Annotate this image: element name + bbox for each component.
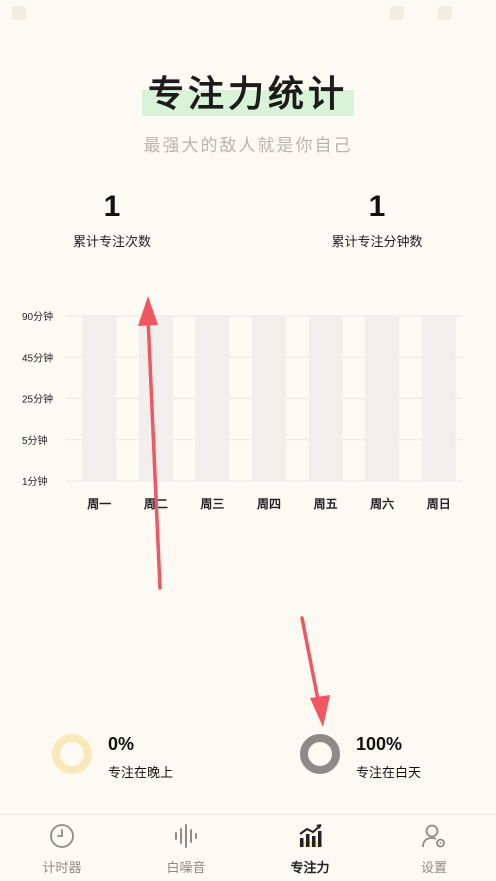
x-tick-label: 周日 [427, 497, 451, 511]
stat-focus-minutes-value: 1 [368, 190, 386, 223]
chart-icon [299, 824, 322, 847]
x-tick-label: 周一 [87, 497, 111, 511]
nav-item-focus-label: 专注力 [290, 860, 330, 875]
day-ratio-label: 专注在白天 [356, 765, 422, 780]
x-tick-label: 周三 [200, 497, 224, 511]
clock-icon [50, 824, 74, 848]
y-tick-label: 1分钟 [22, 475, 48, 488]
status-bar [0, 0, 496, 26]
user-gear-icon [422, 824, 445, 848]
nav-item-white-noise-label: 白噪音 [166, 860, 206, 875]
day-ratio-ring [300, 734, 340, 774]
bar-column [82, 316, 117, 481]
day-ratio-percent: 100% [356, 734, 403, 754]
bottom-nav: 计时器 白噪音 专注力 设置 [0, 814, 496, 881]
y-tick-label: 45分钟 [22, 351, 53, 364]
sound-wave-icon [175, 824, 197, 848]
y-tick-label: 5分钟 [22, 434, 48, 447]
status-icon [12, 6, 26, 20]
nav-item-white-noise[interactable]: 白噪音 [124, 815, 248, 881]
y-tick-label: 25分钟 [22, 393, 53, 406]
stat-focus-minutes: 1 累计专注分钟数 [277, 189, 477, 250]
bar-column [195, 316, 230, 481]
wifi-icon [390, 6, 404, 20]
stat-focus-count: 1 累计专注次数 [12, 189, 212, 250]
stat-focus-count-value: 1 [103, 190, 121, 223]
bar-column [365, 316, 400, 481]
night-ratio-percent: 0% [108, 734, 135, 754]
night-ratio-label: 专注在晚上 [108, 765, 174, 780]
y-tick-label: 90分钟 [22, 310, 53, 323]
nav-item-settings-label: 设置 [420, 860, 447, 875]
page-title: 专注力统计 [141, 70, 354, 118]
bar-column [308, 316, 343, 481]
nav-item-timer-label: 计时器 [42, 860, 82, 875]
bar-column [252, 316, 286, 481]
bar-column [138, 316, 173, 481]
weekly-focus-chart: 90分钟 45分钟 25分钟 5分钟 1分钟周一 周二 周三 周四 周五 周六 周日 [0, 290, 496, 530]
page-title-text: 专注力统计 [147, 73, 348, 115]
page-title-wrap: 专注力统计 [0, 70, 496, 118]
battery-icon [438, 6, 452, 20]
chart-svg: 90分钟 45分钟 25分钟 5分钟 1分钟周一 周二 周三 周四 周五 周六 周日 [22, 310, 462, 511]
stat-focus-count-label: 累计专注次数 [72, 234, 151, 249]
page-subtitle: 最强大的敌人就是你自己 [143, 136, 353, 155]
night-ratio-ring [52, 734, 92, 774]
x-tick-label: 周二 [144, 497, 168, 511]
annotation-arrow-down [300, 616, 330, 727]
stat-focus-minutes-label: 累计专注分钟数 [331, 234, 423, 249]
bar-column [421, 316, 456, 481]
nav-item-focus[interactable]: 专注力 [248, 815, 372, 881]
x-tick-label: 周五 [314, 497, 338, 511]
x-tick-label: 周四 [257, 497, 281, 511]
x-tick-label: 周六 [370, 496, 394, 511]
nav-item-settings[interactable]: 设置 [372, 815, 496, 881]
nav-item-timer[interactable]: 计时器 [0, 815, 124, 881]
